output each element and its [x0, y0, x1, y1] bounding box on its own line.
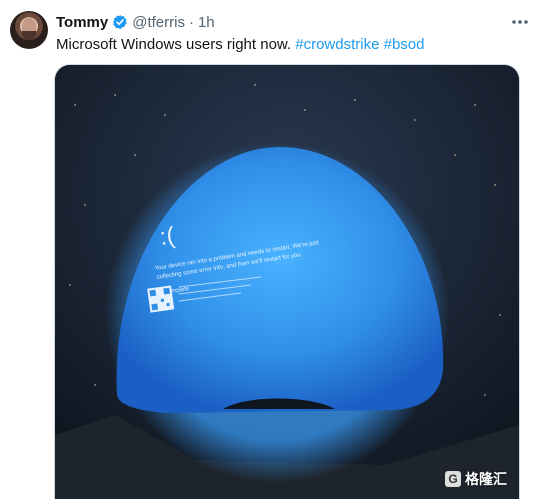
- verified-badge-icon: [113, 15, 127, 29]
- timestamp[interactable]: 1h: [198, 14, 215, 31]
- handle[interactable]: @tferris: [132, 14, 185, 31]
- avatar-beard: [22, 31, 36, 40]
- hashtag-crowdstrike[interactable]: #crowdstrike: [295, 36, 379, 53]
- display-name[interactable]: Tommy: [56, 14, 108, 31]
- tweet-media[interactable]: :( Your device ran into a problem and ne…: [54, 64, 520, 499]
- watermark: G 格隆汇: [445, 469, 507, 489]
- more-icon[interactable]: [510, 14, 530, 30]
- avatar[interactable]: [10, 11, 48, 49]
- tweet-header: Tommy @tferris · 1h: [56, 12, 215, 32]
- tweet-text: Microsoft Windows users right now. #crow…: [56, 35, 425, 55]
- watermark-logo-icon: G: [445, 471, 461, 487]
- watermark-text: 格隆汇: [465, 471, 507, 487]
- separator-dot: ·: [188, 13, 194, 31]
- tweet-text-plain: Microsoft Windows users right now.: [56, 36, 292, 53]
- sphere-photo: :( Your device ran into a problem and ne…: [55, 65, 519, 499]
- qr-code: [147, 285, 175, 313]
- hashtag-bsod[interactable]: #bsod: [384, 36, 425, 53]
